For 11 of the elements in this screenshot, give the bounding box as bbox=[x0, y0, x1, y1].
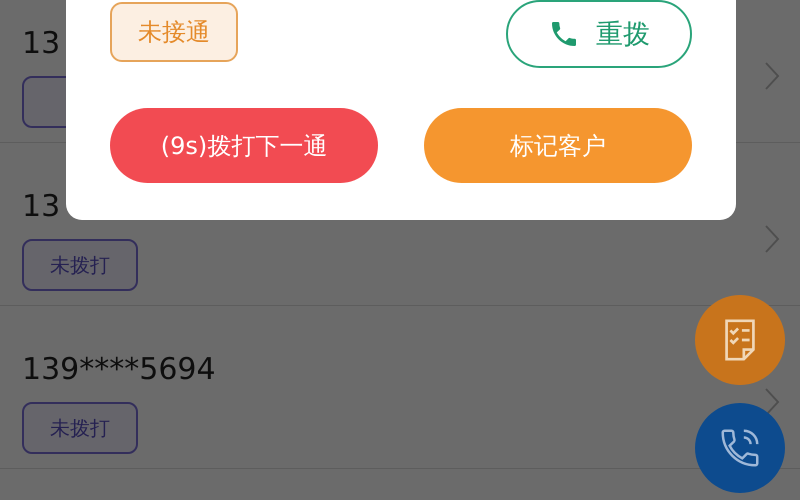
phone-number: 13 bbox=[22, 188, 60, 226]
redial-button[interactable]: 重拨 bbox=[506, 0, 692, 68]
phone-number: 139****5694 bbox=[22, 351, 216, 389]
call-status-tag: 未拨打 bbox=[22, 402, 138, 454]
phone-number: 13 bbox=[22, 25, 60, 63]
call-status-tag: 未拨打 bbox=[22, 239, 138, 291]
mark-customer-button[interactable]: 标记客户 bbox=[424, 108, 692, 183]
status-tag: 未接通 bbox=[110, 2, 238, 62]
chevron-right-icon[interactable] bbox=[764, 61, 780, 91]
next-call-button[interactable]: (9s)拨打下一通 bbox=[110, 108, 378, 183]
chevron-right-icon[interactable] bbox=[764, 224, 780, 254]
